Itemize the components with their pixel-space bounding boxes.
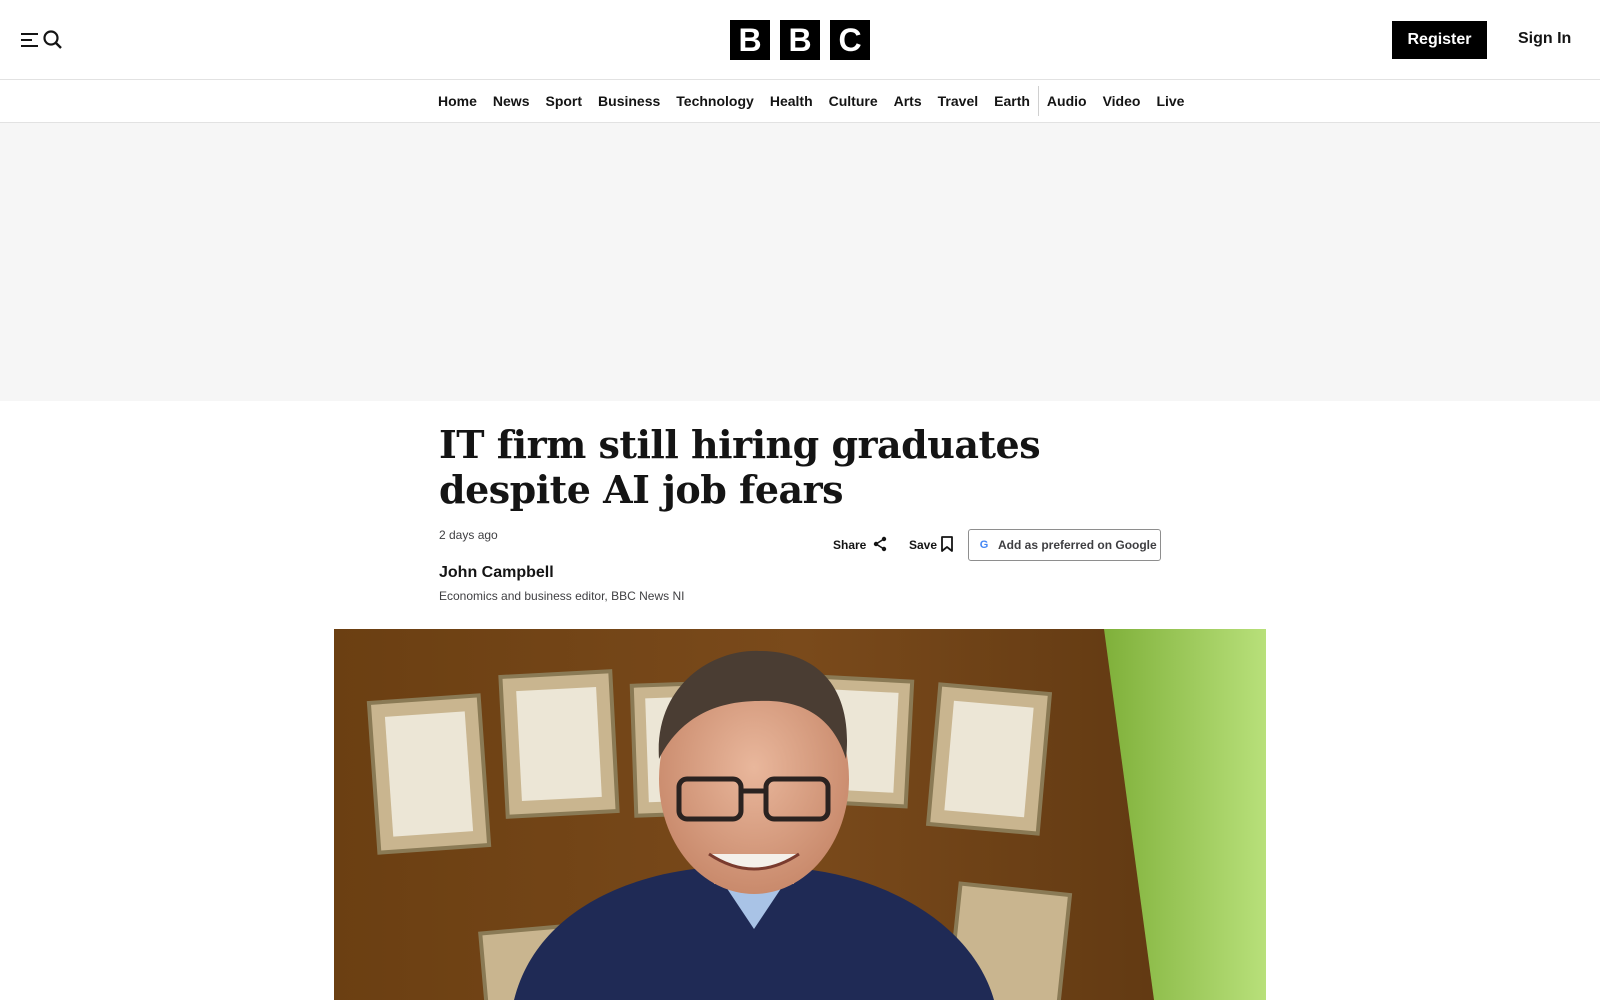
bbc-logo[interactable]: B B C (730, 20, 870, 60)
nav-item-news[interactable]: News (485, 80, 538, 122)
nav-item-sport[interactable]: Sport (537, 80, 590, 122)
register-button[interactable]: Register (1392, 21, 1487, 59)
article-hero-image (334, 629, 1266, 1000)
nav-item-business[interactable]: Business (590, 80, 668, 122)
author-role: Economics and business editor, BBC News … (439, 589, 685, 603)
nav-item-home[interactable]: Home (430, 80, 485, 122)
author-name[interactable]: John Campbell (439, 564, 554, 582)
logo-block: B (780, 20, 820, 60)
logo-block: B (730, 20, 770, 60)
save-button[interactable]: Save (909, 534, 954, 556)
nav-item-culture[interactable]: Culture (821, 80, 886, 122)
logo-block: C (830, 20, 870, 60)
hamburger-icon (20, 31, 40, 49)
bookmark-icon (940, 535, 954, 555)
nav-item-arts[interactable]: Arts (886, 80, 930, 122)
nav-item-audio[interactable]: Audio (1039, 80, 1095, 122)
nav-item-live[interactable]: Live (1148, 80, 1192, 122)
menu-search-button[interactable] (20, 24, 64, 56)
nav-item-health[interactable]: Health (762, 80, 821, 122)
search-icon (42, 29, 64, 51)
google-g-icon: G (979, 539, 989, 551)
nav-item-earth[interactable]: Earth (986, 80, 1038, 122)
google-button-label: Add as preferred on Google (998, 538, 1157, 552)
nav-item-video[interactable]: Video (1095, 80, 1149, 122)
share-button[interactable]: Share (833, 534, 888, 556)
add-preferred-google-button[interactable]: G Add as preferred on Google (968, 529, 1161, 561)
nav-item-travel[interactable]: Travel (930, 80, 986, 122)
sign-in-link[interactable]: Sign In (1518, 30, 1571, 48)
share-label: Share (833, 538, 867, 552)
article-timestamp: 2 days ago (439, 528, 498, 542)
article-headline: IT firm still hiring graduates despite A… (439, 422, 1041, 512)
site-header: B B C Register Sign In (0, 0, 1600, 80)
save-label: Save (909, 538, 938, 552)
ad-placeholder (0, 123, 1600, 401)
nav-list: Home News Sport Business Technology Heal… (430, 80, 1192, 122)
share-icon (872, 536, 888, 555)
main-nav: Home News Sport Business Technology Heal… (0, 80, 1600, 123)
nav-item-technology[interactable]: Technology (668, 80, 762, 122)
